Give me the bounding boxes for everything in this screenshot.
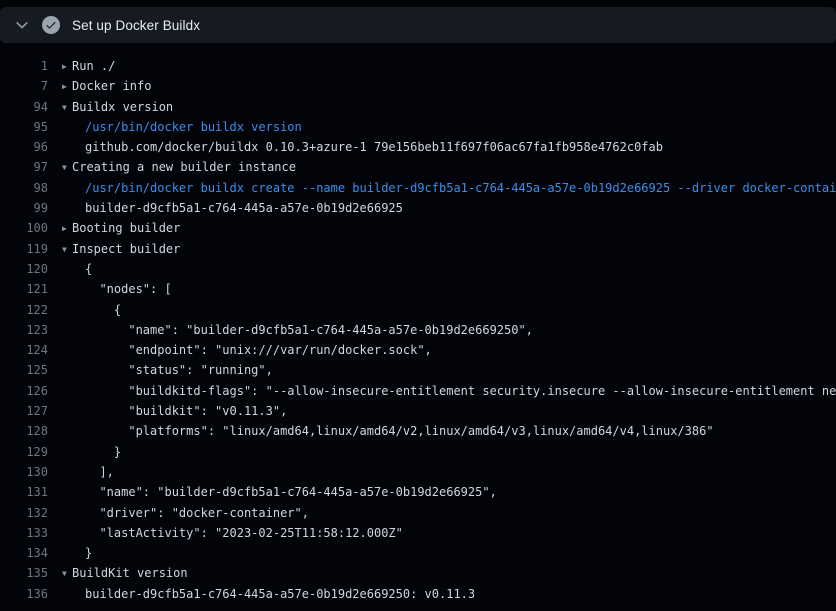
caret-down-icon: ▼ (62, 98, 72, 117)
log-text: } (85, 445, 121, 459)
line-number[interactable]: 123 (0, 320, 48, 340)
group-title: BuildKit version (72, 566, 188, 580)
log-text: { (85, 262, 92, 276)
line-number[interactable]: 120 (0, 259, 48, 279)
line-number[interactable]: 129 (0, 442, 48, 462)
log-group-header[interactable]: 119 ▼Inspect builder (0, 239, 836, 259)
log-line: 99 builder-d9cfb5a1-c764-445a-a57e-0b19d2… (0, 198, 836, 218)
line-number[interactable]: 99 (0, 198, 48, 218)
log-line: 95/usr/bin/docker buildx version (0, 117, 836, 137)
group-title: Docker info (72, 79, 151, 93)
log-text: "driver": "docker-container", (85, 506, 309, 520)
log-text: "platforms": "linux/amd64,linux/amd64/v2… (85, 424, 714, 438)
line-number[interactable]: 98 (0, 178, 48, 198)
group-title: Inspect builder (72, 242, 180, 256)
line-number[interactable]: 131 (0, 482, 48, 502)
line-number[interactable]: 128 (0, 421, 48, 441)
log-line: 122 { (0, 300, 836, 320)
log-text: builder-d9cfb5a1-c764-445a-a57e-0b19d2e6… (85, 587, 475, 601)
log-command-text: /usr/bin/docker buildx version (85, 120, 302, 134)
log-line: 121 "nodes": [ (0, 279, 836, 299)
log-text: ], (85, 465, 114, 479)
group-title: Booting builder (72, 221, 180, 235)
line-number[interactable]: 127 (0, 401, 48, 421)
line-number[interactable]: 119 (0, 239, 48, 259)
log-line: 133 "lastActivity": "2023-02-25T11:58:12… (0, 523, 836, 543)
line-number[interactable]: 121 (0, 279, 48, 299)
line-number[interactable]: 96 (0, 137, 48, 157)
line-number[interactable]: 125 (0, 360, 48, 380)
log-text: { (85, 303, 121, 317)
caret-down-icon: ▼ (62, 158, 72, 177)
line-number[interactable]: 132 (0, 503, 48, 523)
log-group-header[interactable]: 97 ▼Creating a new builder instance (0, 157, 836, 177)
log-line: 123 "name": "builder-d9cfb5a1-c764-445a-… (0, 320, 836, 340)
log-viewer: 1▶Run ./7▶Docker info94▼Buildx version95… (0, 43, 836, 604)
log-line: 129 } (0, 442, 836, 462)
log-line: 131 "name": "builder-d9cfb5a1-c764-445a-… (0, 482, 836, 502)
log-line: 98/usr/bin/docker buildx create --name b… (0, 178, 836, 198)
line-number[interactable]: 1 (0, 56, 48, 76)
group-title: Run ./ (72, 59, 115, 73)
log-text: builder-d9cfb5a1-c764-445a-a57e-0b19d2e6… (85, 201, 403, 215)
caret-down-icon: ▼ (62, 564, 72, 583)
log-text: github.com/docker/buildx 0.10.3+azure-1 … (85, 140, 663, 154)
log-text: "name": "builder-d9cfb5a1-c764-445a-a57e… (85, 323, 533, 337)
caret-down-icon: ▼ (62, 240, 72, 259)
step-header[interactable]: Set up Docker Buildx (0, 7, 836, 43)
line-number[interactable]: 134 (0, 543, 48, 563)
line-number[interactable]: 126 (0, 381, 48, 401)
log-line: 127 "buildkit": "v0.11.3", (0, 401, 836, 421)
log-line: 130 ], (0, 462, 836, 482)
log-text: "endpoint": "unix:///var/run/docker.sock… (85, 343, 432, 357)
log-line: 132 "driver": "docker-container", (0, 503, 836, 523)
group-title: Buildx version (72, 100, 173, 114)
caret-right-icon: ▶ (62, 57, 72, 76)
log-line: 124 "endpoint": "unix:///var/run/docker.… (0, 340, 836, 360)
log-text: "nodes": [ (85, 282, 172, 296)
line-number[interactable]: 97 (0, 157, 48, 177)
line-number[interactable]: 130 (0, 462, 48, 482)
step-title: Set up Docker Buildx (72, 18, 200, 33)
log-text: "buildkitd-flags": "--allow-insecure-ent… (85, 384, 836, 398)
log-line: 126 "buildkitd-flags": "--allow-insecure… (0, 381, 836, 401)
line-number[interactable]: 94 (0, 97, 48, 117)
line-number[interactable]: 95 (0, 117, 48, 137)
log-text: "name": "builder-d9cfb5a1-c764-445a-a57e… (85, 485, 497, 499)
line-number[interactable]: 135 (0, 563, 48, 583)
line-number[interactable]: 7 (0, 76, 48, 96)
log-text: } (85, 546, 92, 560)
log-command-text: /usr/bin/docker buildx create --name bui… (85, 181, 836, 195)
caret-right-icon: ▶ (62, 77, 72, 96)
log-text: "status": "running", (85, 363, 273, 377)
check-circle-icon (42, 16, 60, 34)
log-line: 125 "status": "running", (0, 360, 836, 380)
log-group-header[interactable]: 94 ▼Buildx version (0, 97, 836, 117)
line-number[interactable]: 136 (0, 584, 48, 604)
line-number[interactable]: 124 (0, 340, 48, 360)
log-group-header[interactable]: 100 ▶Booting builder (0, 218, 836, 238)
chevron-down-icon (14, 17, 30, 33)
log-text: "buildkit": "v0.11.3", (85, 404, 287, 418)
log-group-header[interactable]: 1 ▶Run ./ (0, 56, 836, 76)
log-text: "lastActivity": "2023-02-25T11:58:12.000… (85, 526, 403, 540)
line-number[interactable]: 122 (0, 300, 48, 320)
log-line: 136 builder-d9cfb5a1-c764-445a-a57e-0b19d… (0, 584, 836, 604)
line-number[interactable]: 133 (0, 523, 48, 543)
line-number[interactable]: 100 (0, 218, 48, 238)
log-line: 120 { (0, 259, 836, 279)
caret-right-icon: ▶ (62, 219, 72, 238)
log-line: 96 github.com/docker/buildx 0.10.3+azure-… (0, 137, 836, 157)
group-title: Creating a new builder instance (72, 160, 296, 174)
log-line: 128 "platforms": "linux/amd64,linux/amd6… (0, 421, 836, 441)
log-group-header[interactable]: 135 ▼BuildKit version (0, 563, 836, 583)
log-line: 134} (0, 543, 836, 563)
log-group-header[interactable]: 7 ▶Docker info (0, 76, 836, 96)
